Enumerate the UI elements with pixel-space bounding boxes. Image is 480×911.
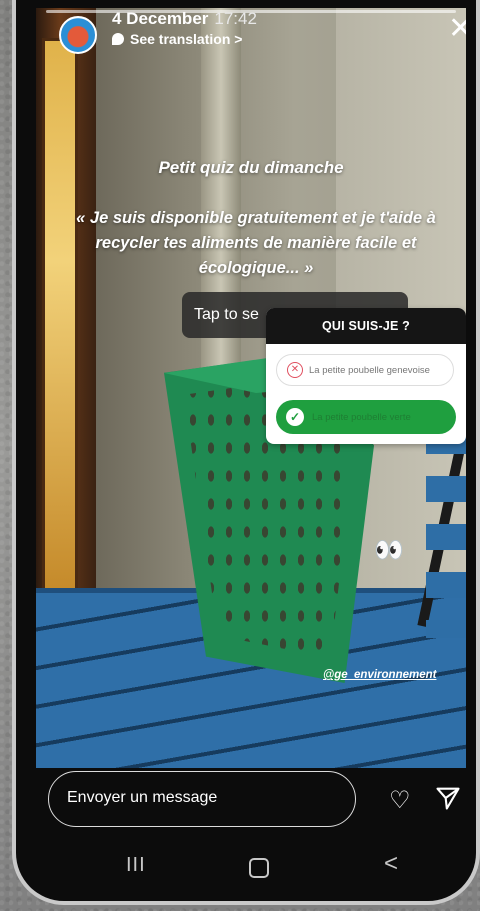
quiz-option-correct[interactable]: ✓ La petite poubelle verte [276, 400, 456, 434]
see-translation-link[interactable]: See translation > [112, 31, 242, 47]
quiz-option-2-label: La petite poubelle verte [312, 411, 411, 423]
quiz-question: QUI SUIS-JE ? [266, 308, 466, 344]
heart-icon[interactable]: ♡ [389, 786, 411, 815]
home-icon[interactable] [249, 858, 269, 878]
quiz-sticker: QUI SUIS-JE ? ✕ La petite poubelle genev… [266, 308, 466, 444]
story-time: 17:42 [214, 9, 257, 28]
phone-frame: 4 December 17:42 See translation > ✕ Peti… [12, 0, 480, 905]
message-input[interactable]: Envoyer un message [48, 771, 356, 827]
recent-apps-icon[interactable]: III [126, 854, 146, 877]
tooltip-text: Tap to se [194, 306, 259, 323]
check-icon: ✓ [286, 408, 304, 426]
story-date-text: 4 December [112, 9, 209, 28]
back-icon[interactable]: < [384, 850, 398, 878]
see-translation-label: See translation > [130, 31, 243, 47]
scene-chair [426, 428, 466, 638]
quiz-option-1-label: La petite poubelle genevoise [309, 364, 430, 376]
story-quote: « Je suis disponible gratuitement et je … [76, 209, 436, 277]
avatar[interactable] [59, 16, 97, 54]
quiz-option-wrong[interactable]: ✕ La petite poubelle genevoise [276, 354, 454, 386]
speech-bubble-icon [112, 33, 124, 45]
close-icon[interactable]: ✕ [448, 14, 466, 44]
message-placeholder: Envoyer un message [67, 789, 218, 806]
scene-window [42, 38, 78, 594]
credit-mention[interactable]: @ge_environnement [323, 669, 436, 681]
story-date: 4 December 17:42 [112, 9, 257, 29]
cross-icon: ✕ [287, 362, 303, 378]
send-icon[interactable] [434, 784, 462, 817]
story-screen[interactable]: 4 December 17:42 See translation > ✕ Peti… [36, 8, 466, 768]
quiz-title: Petit quiz du dimanche [158, 158, 344, 177]
eyes-emoji: 👀 [374, 537, 404, 564]
